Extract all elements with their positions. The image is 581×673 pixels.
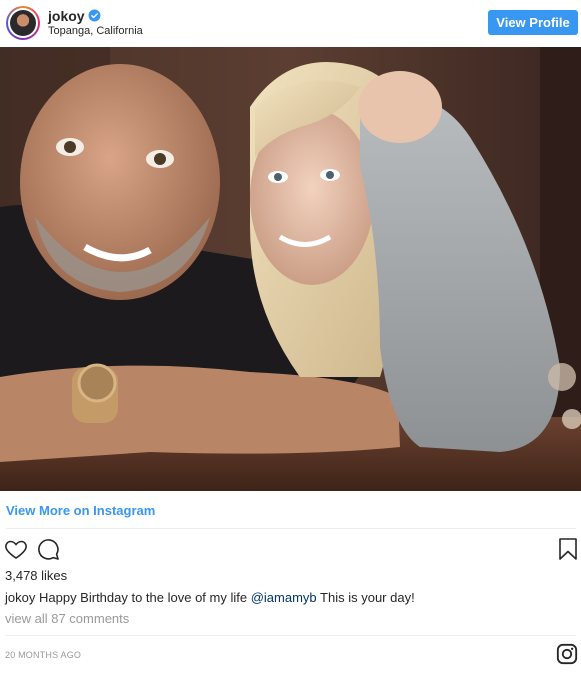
- post-photo[interactable]: [0, 47, 581, 491]
- post-header: jokoy Topanga, California View Profile: [0, 0, 581, 46]
- location-link[interactable]: Topanga, California: [48, 25, 143, 37]
- avatar[interactable]: [6, 6, 40, 40]
- view-all-comments-link[interactable]: view all 87 comments: [5, 611, 129, 626]
- username-link[interactable]: jokoy: [48, 8, 85, 24]
- caption-text: Happy Birthday to the love of my life: [38, 590, 248, 605]
- caption-mention-link[interactable]: @iamamyb: [251, 590, 317, 605]
- bookmark-icon[interactable]: [556, 537, 580, 561]
- view-profile-button[interactable]: View Profile: [488, 10, 578, 35]
- post-caption: jokoy Happy Birthday to the love of my l…: [5, 590, 415, 605]
- post-timestamp[interactable]: 20 MONTHS AGO: [5, 650, 81, 660]
- caption-username-link[interactable]: jokoy: [5, 590, 35, 605]
- divider: [6, 528, 576, 529]
- caption-text-end: This is your day!: [320, 590, 415, 605]
- heart-icon[interactable]: [4, 537, 28, 561]
- view-more-on-instagram-link[interactable]: View More on Instagram: [6, 503, 155, 518]
- comment-icon[interactable]: [36, 537, 60, 561]
- divider: [6, 635, 576, 636]
- like-count[interactable]: 3,478 likes: [5, 568, 67, 583]
- avatar-ring: [8, 8, 38, 38]
- avatar-image: [10, 10, 36, 36]
- verified-badge-icon: [88, 9, 101, 22]
- photo-image: [0, 47, 581, 491]
- instagram-logo-icon[interactable]: [556, 643, 578, 665]
